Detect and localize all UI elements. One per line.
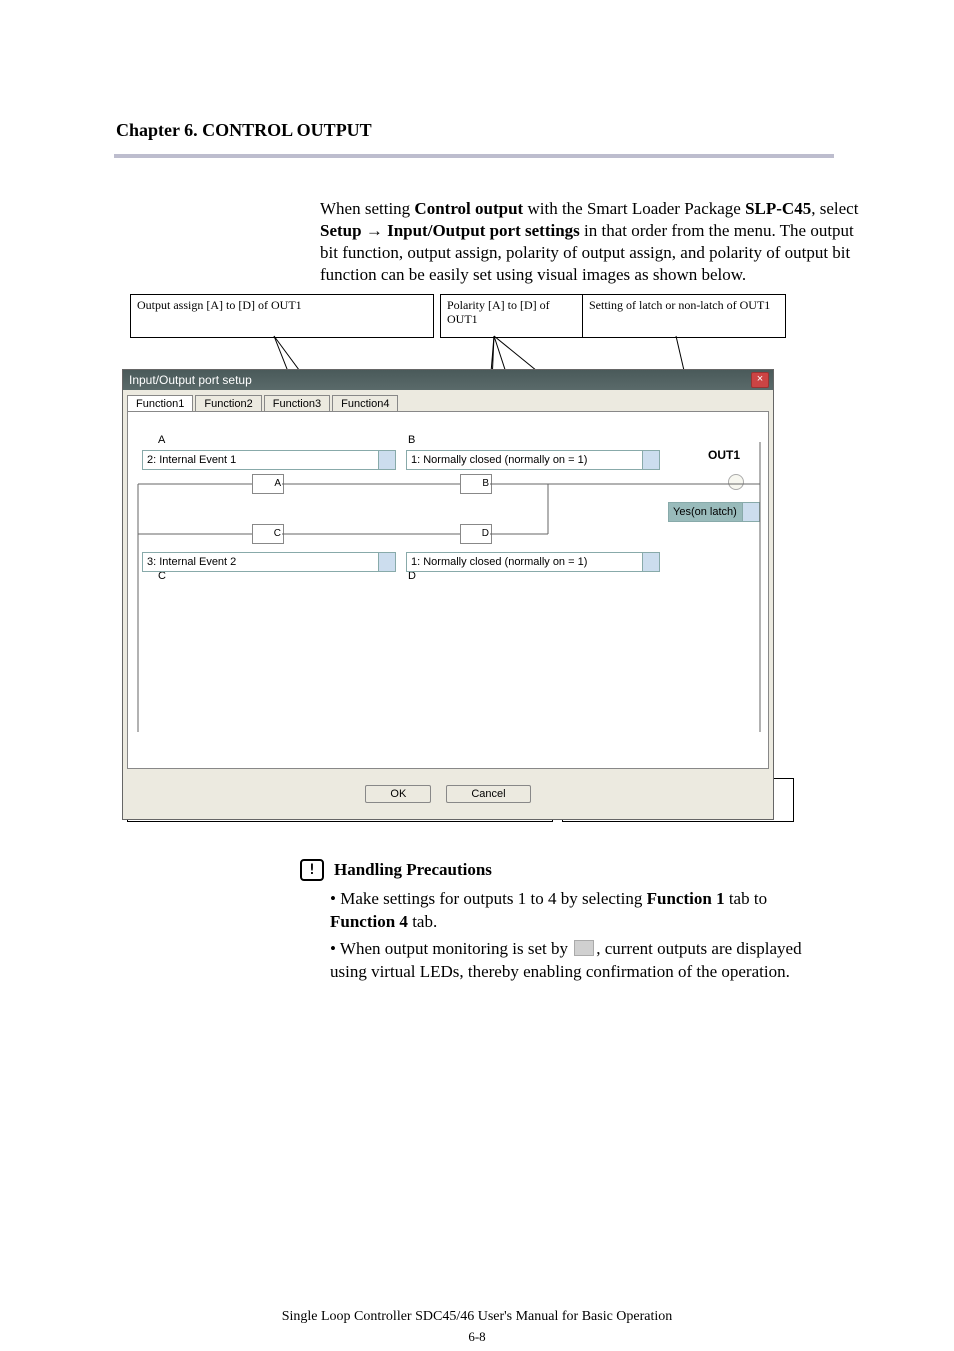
select-d-value: 1: Normally closed (normally on = 1): [411, 556, 587, 568]
caution-icon: !: [300, 859, 324, 881]
select-latch-value: Yes(on latch): [673, 506, 737, 518]
tab-function4[interactable]: Function4: [332, 395, 398, 412]
out1-label: OUT1: [708, 448, 740, 462]
section-title: Chapter 6. CONTROL OUTPUT: [116, 120, 372, 141]
select-output-assign-c[interactable]: 3: Internal Event 2: [142, 552, 396, 572]
tab-function1[interactable]: Function1: [127, 395, 193, 412]
window-title: Input/Output port setup: [129, 373, 252, 387]
ok-button[interactable]: OK: [365, 785, 431, 803]
button-row: OK Cancel: [123, 773, 773, 819]
close-icon[interactable]: ×: [751, 372, 769, 388]
chevron-down-icon: [647, 457, 655, 462]
gate-b: B: [460, 474, 492, 494]
annotation-polarity: Polarity [A] to [D] of OUT1: [440, 294, 584, 338]
text: • When output monitoring is set by: [330, 939, 572, 958]
text: with the Smart Loader Package: [523, 199, 745, 218]
gate-c-label: C: [274, 528, 281, 539]
gate-a-label: A: [274, 478, 281, 489]
out1-led-icon: [728, 474, 744, 490]
select-polarity-b[interactable]: 1: Normally closed (normally on = 1): [406, 450, 660, 470]
io-port-setup-window: Input/Output port setup × Function1 Func…: [122, 369, 774, 820]
footer-text: Single Loop Controller SDC45/46 User's M…: [0, 1309, 954, 1325]
precautions-heading: Handling Precautions: [334, 860, 492, 879]
text: , select: [811, 199, 858, 218]
precaution-item-1: • Make settings for outputs 1 to 4 by se…: [300, 887, 820, 933]
header-rule: [114, 154, 834, 158]
select-polarity-d[interactable]: 1: Normally closed (normally on = 1): [406, 552, 660, 572]
label-b: B: [408, 434, 415, 446]
tab-panel: A B C D 2: Internal Event 1 1: Normally …: [127, 411, 769, 769]
intro-paragraph: When setting Control output with the Sma…: [320, 198, 860, 286]
gate-d-label: D: [482, 528, 489, 539]
annotation-output-assign: Output assign [A] to [D] of OUT1: [130, 294, 434, 338]
bold: Setup: [320, 221, 362, 240]
bold: SLP-C45: [745, 199, 811, 218]
chevron-down-icon: [647, 559, 655, 564]
window-titlebar: Input/Output port setup ×: [123, 370, 773, 390]
annotation-latch: Setting of latch or non-latch of OUT1: [582, 294, 786, 338]
page-number: 6-8: [0, 1329, 954, 1345]
cancel-button[interactable]: Cancel: [446, 785, 530, 803]
handling-precautions: ! Handling Precautions • Make settings fo…: [300, 858, 820, 983]
gate-d: D: [460, 524, 492, 544]
select-b-value: 1: Normally closed (normally on = 1): [411, 454, 587, 466]
select-a-value: 2: Internal Event 1: [147, 454, 236, 466]
gate-c: C: [252, 524, 284, 544]
label-a: A: [158, 434, 165, 446]
tab-function2[interactable]: Function2: [195, 395, 261, 412]
select-c-value: 3: Internal Event 2: [147, 556, 236, 568]
precaution-item-2: • When output monitoring is set by , cur…: [300, 937, 820, 983]
text: →: [362, 221, 388, 240]
tab-strip: Function1 Function2 Function3 Function4: [123, 390, 773, 411]
bold: Function 4: [330, 912, 408, 931]
bold: Input/Output port settings: [387, 221, 580, 240]
monitor-icon: [574, 940, 594, 956]
chevron-down-icon: [383, 559, 391, 564]
chevron-down-icon: [747, 509, 755, 514]
select-output-assign-a[interactable]: 2: Internal Event 1: [142, 450, 396, 470]
gate-b-label: B: [482, 478, 489, 489]
tab-function3[interactable]: Function3: [264, 395, 330, 412]
select-latch[interactable]: Yes(on latch): [668, 502, 760, 522]
bold: Control output: [414, 199, 523, 218]
text: tab.: [408, 912, 437, 931]
text: • Make settings for outputs 1 to 4 by se…: [330, 889, 647, 908]
text: When setting: [320, 199, 414, 218]
bold: Function 1: [647, 889, 725, 908]
chevron-down-icon: [383, 457, 391, 462]
gate-a: A: [252, 474, 284, 494]
text: tab to: [725, 889, 768, 908]
